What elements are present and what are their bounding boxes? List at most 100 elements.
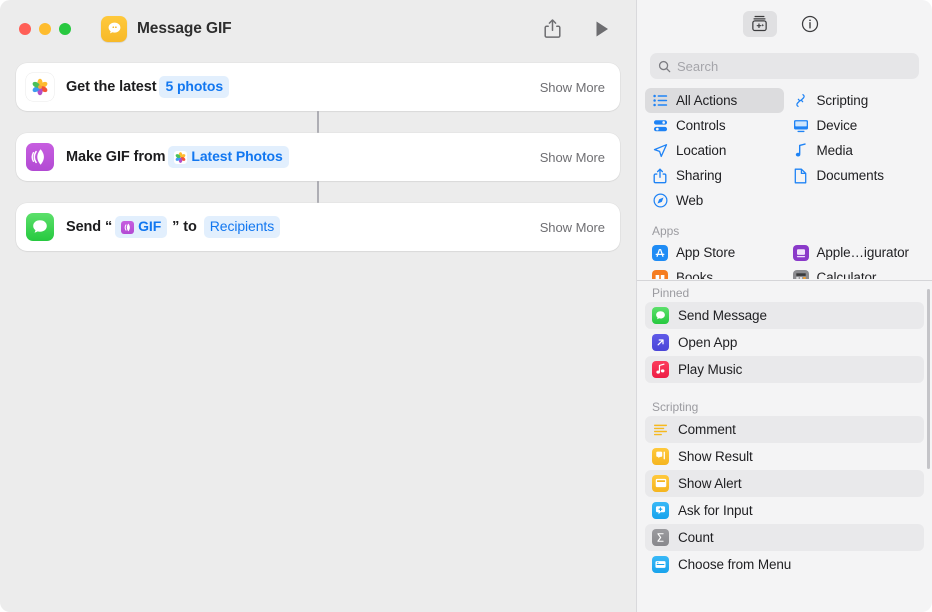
action-card[interactable]: Send “ GIF ” to Recipients Show More [16, 203, 620, 251]
list-item-label: Show Result [678, 448, 753, 464]
token-label: Recipients [209, 218, 275, 235]
search-box[interactable] [650, 53, 919, 79]
category-device[interactable]: Device [786, 113, 925, 138]
action-card[interactable]: Get the latest 5 photos Show More [16, 63, 620, 111]
device-icon [793, 119, 809, 133]
app-item-books[interactable]: Books [645, 265, 784, 279]
action-prefix: Make GIF from [66, 149, 166, 165]
category-scripting[interactable]: Scripting [786, 88, 925, 113]
zoom-button[interactable] [59, 22, 71, 35]
ask-for-input-icon [652, 501, 669, 519]
parameter-token[interactable]: 5 photos [159, 76, 229, 98]
search-input[interactable] [677, 58, 911, 74]
list-item[interactable]: Send Message [645, 301, 924, 329]
app-label: Apple…igurator [816, 245, 910, 260]
controls-icon [652, 119, 668, 133]
open-app-icon [652, 333, 669, 351]
workflow-canvas: Get the latest 5 photos Show More Make G… [0, 57, 636, 612]
pinned-list: Send Message Open App Play Music [637, 301, 932, 383]
recipients-token[interactable]: Recipients [203, 216, 281, 238]
list-item-label: Open App [678, 334, 738, 350]
count-sigma-icon [652, 528, 669, 546]
section-header-scripting: Scripting [652, 399, 699, 414]
show-more-button[interactable]: Show More [540, 220, 605, 235]
list-item[interactable]: Show Alert [645, 469, 924, 497]
category-documents[interactable]: Documents [786, 163, 925, 188]
list-item-label: Show Alert [678, 475, 742, 491]
show-more-button[interactable]: Show More [540, 80, 605, 95]
title-bar: Message GIF [0, 0, 636, 57]
category-label: Device [816, 118, 858, 133]
category-label: Location [676, 143, 727, 158]
scripting-list: Comment Show Result Show Alert Ask for I… [637, 415, 932, 578]
location-icon [652, 143, 668, 158]
close-button[interactable] [19, 22, 31, 35]
minimize-button[interactable] [39, 22, 51, 35]
action-card[interactable]: Make GIF from Latest Photos Show More [16, 133, 620, 181]
sidebar-scrollbar[interactable] [926, 288, 930, 469]
category-media[interactable]: Media [786, 138, 925, 163]
category-label: Web [676, 193, 704, 208]
category-web[interactable]: Web [645, 188, 784, 213]
media-note-icon [793, 143, 809, 158]
app-item-calculator[interactable]: Calculator [786, 265, 925, 279]
section-header-pinned: Pinned [652, 285, 690, 300]
category-all-actions[interactable]: All Actions [645, 88, 784, 113]
messages-app-icon [652, 306, 669, 324]
list-item-label: Comment [678, 421, 736, 437]
show-more-button[interactable]: Show More [540, 150, 605, 165]
list-bullet-icon [652, 94, 668, 107]
show-result-icon [652, 447, 669, 465]
category-label: Media [816, 143, 853, 158]
books-icon [652, 269, 668, 279]
action-library-sidebar: All Actions Scripting [636, 0, 932, 612]
search-icon [658, 60, 671, 73]
choose-from-menu-icon [652, 555, 669, 573]
web-compass-icon [652, 193, 668, 208]
action-text: Send “ GIF ” to Recipients [66, 216, 283, 238]
list-item[interactable]: Open App [645, 329, 924, 356]
category-location[interactable]: Location [645, 138, 784, 163]
category-label: Sharing [676, 168, 722, 183]
sharing-icon [652, 168, 668, 184]
traffic-lights [19, 22, 71, 35]
category-controls[interactable]: Controls [645, 113, 784, 138]
token-label: Latest Photos [191, 148, 283, 165]
photos-app-icon [26, 73, 54, 101]
messages-app-icon [101, 15, 127, 42]
action-prefix: Get the latest [66, 79, 157, 95]
share-icon[interactable] [539, 16, 565, 42]
gif-variable-icon [121, 220, 135, 234]
category-label: Scripting [816, 93, 869, 108]
app-item-app-store[interactable]: App Store [645, 240, 784, 265]
action-library-icon[interactable] [742, 10, 777, 37]
action-connector [16, 181, 620, 203]
category-label: Controls [676, 118, 726, 133]
parameter-token[interactable]: Latest Photos [168, 146, 289, 168]
list-item[interactable]: Show Result [645, 443, 924, 470]
category-grid: All Actions Scripting Controls Device Lo… [637, 87, 932, 219]
list-item[interactable]: Count [645, 523, 924, 551]
show-alert-icon [652, 474, 669, 492]
search-container [637, 47, 932, 87]
app-label: App Store [676, 245, 736, 260]
list-item[interactable]: Choose from Menu [645, 551, 924, 578]
action-list-scroll-area[interactable]: Pinned Send Message Open App Play Music … [637, 281, 932, 612]
apps-section: Apps App Store Apple…igurator Books Calc… [637, 219, 932, 280]
shortcuts-window: Message GIF Get the latest 5 photos Show… [0, 0, 932, 612]
list-item[interactable]: Play Music [645, 355, 924, 383]
action-text: Get the latest 5 photos [66, 76, 232, 98]
app-label: Books [676, 270, 714, 279]
list-item[interactable]: Comment [645, 415, 924, 443]
info-circle-icon[interactable] [793, 11, 827, 37]
calculator-icon [792, 269, 809, 279]
category-label: Documents [816, 168, 884, 183]
list-item-label: Ask for Input [678, 502, 753, 518]
app-item-apple-configurator[interactable]: Apple…igurator [786, 240, 925, 265]
gif-maker-icon [26, 143, 54, 171]
list-item[interactable]: Ask for Input [645, 497, 924, 524]
run-icon[interactable] [589, 16, 615, 42]
list-item-label: Play Music [678, 361, 743, 377]
category-sharing[interactable]: Sharing [645, 163, 784, 188]
parameter-token[interactable]: GIF [115, 216, 168, 238]
